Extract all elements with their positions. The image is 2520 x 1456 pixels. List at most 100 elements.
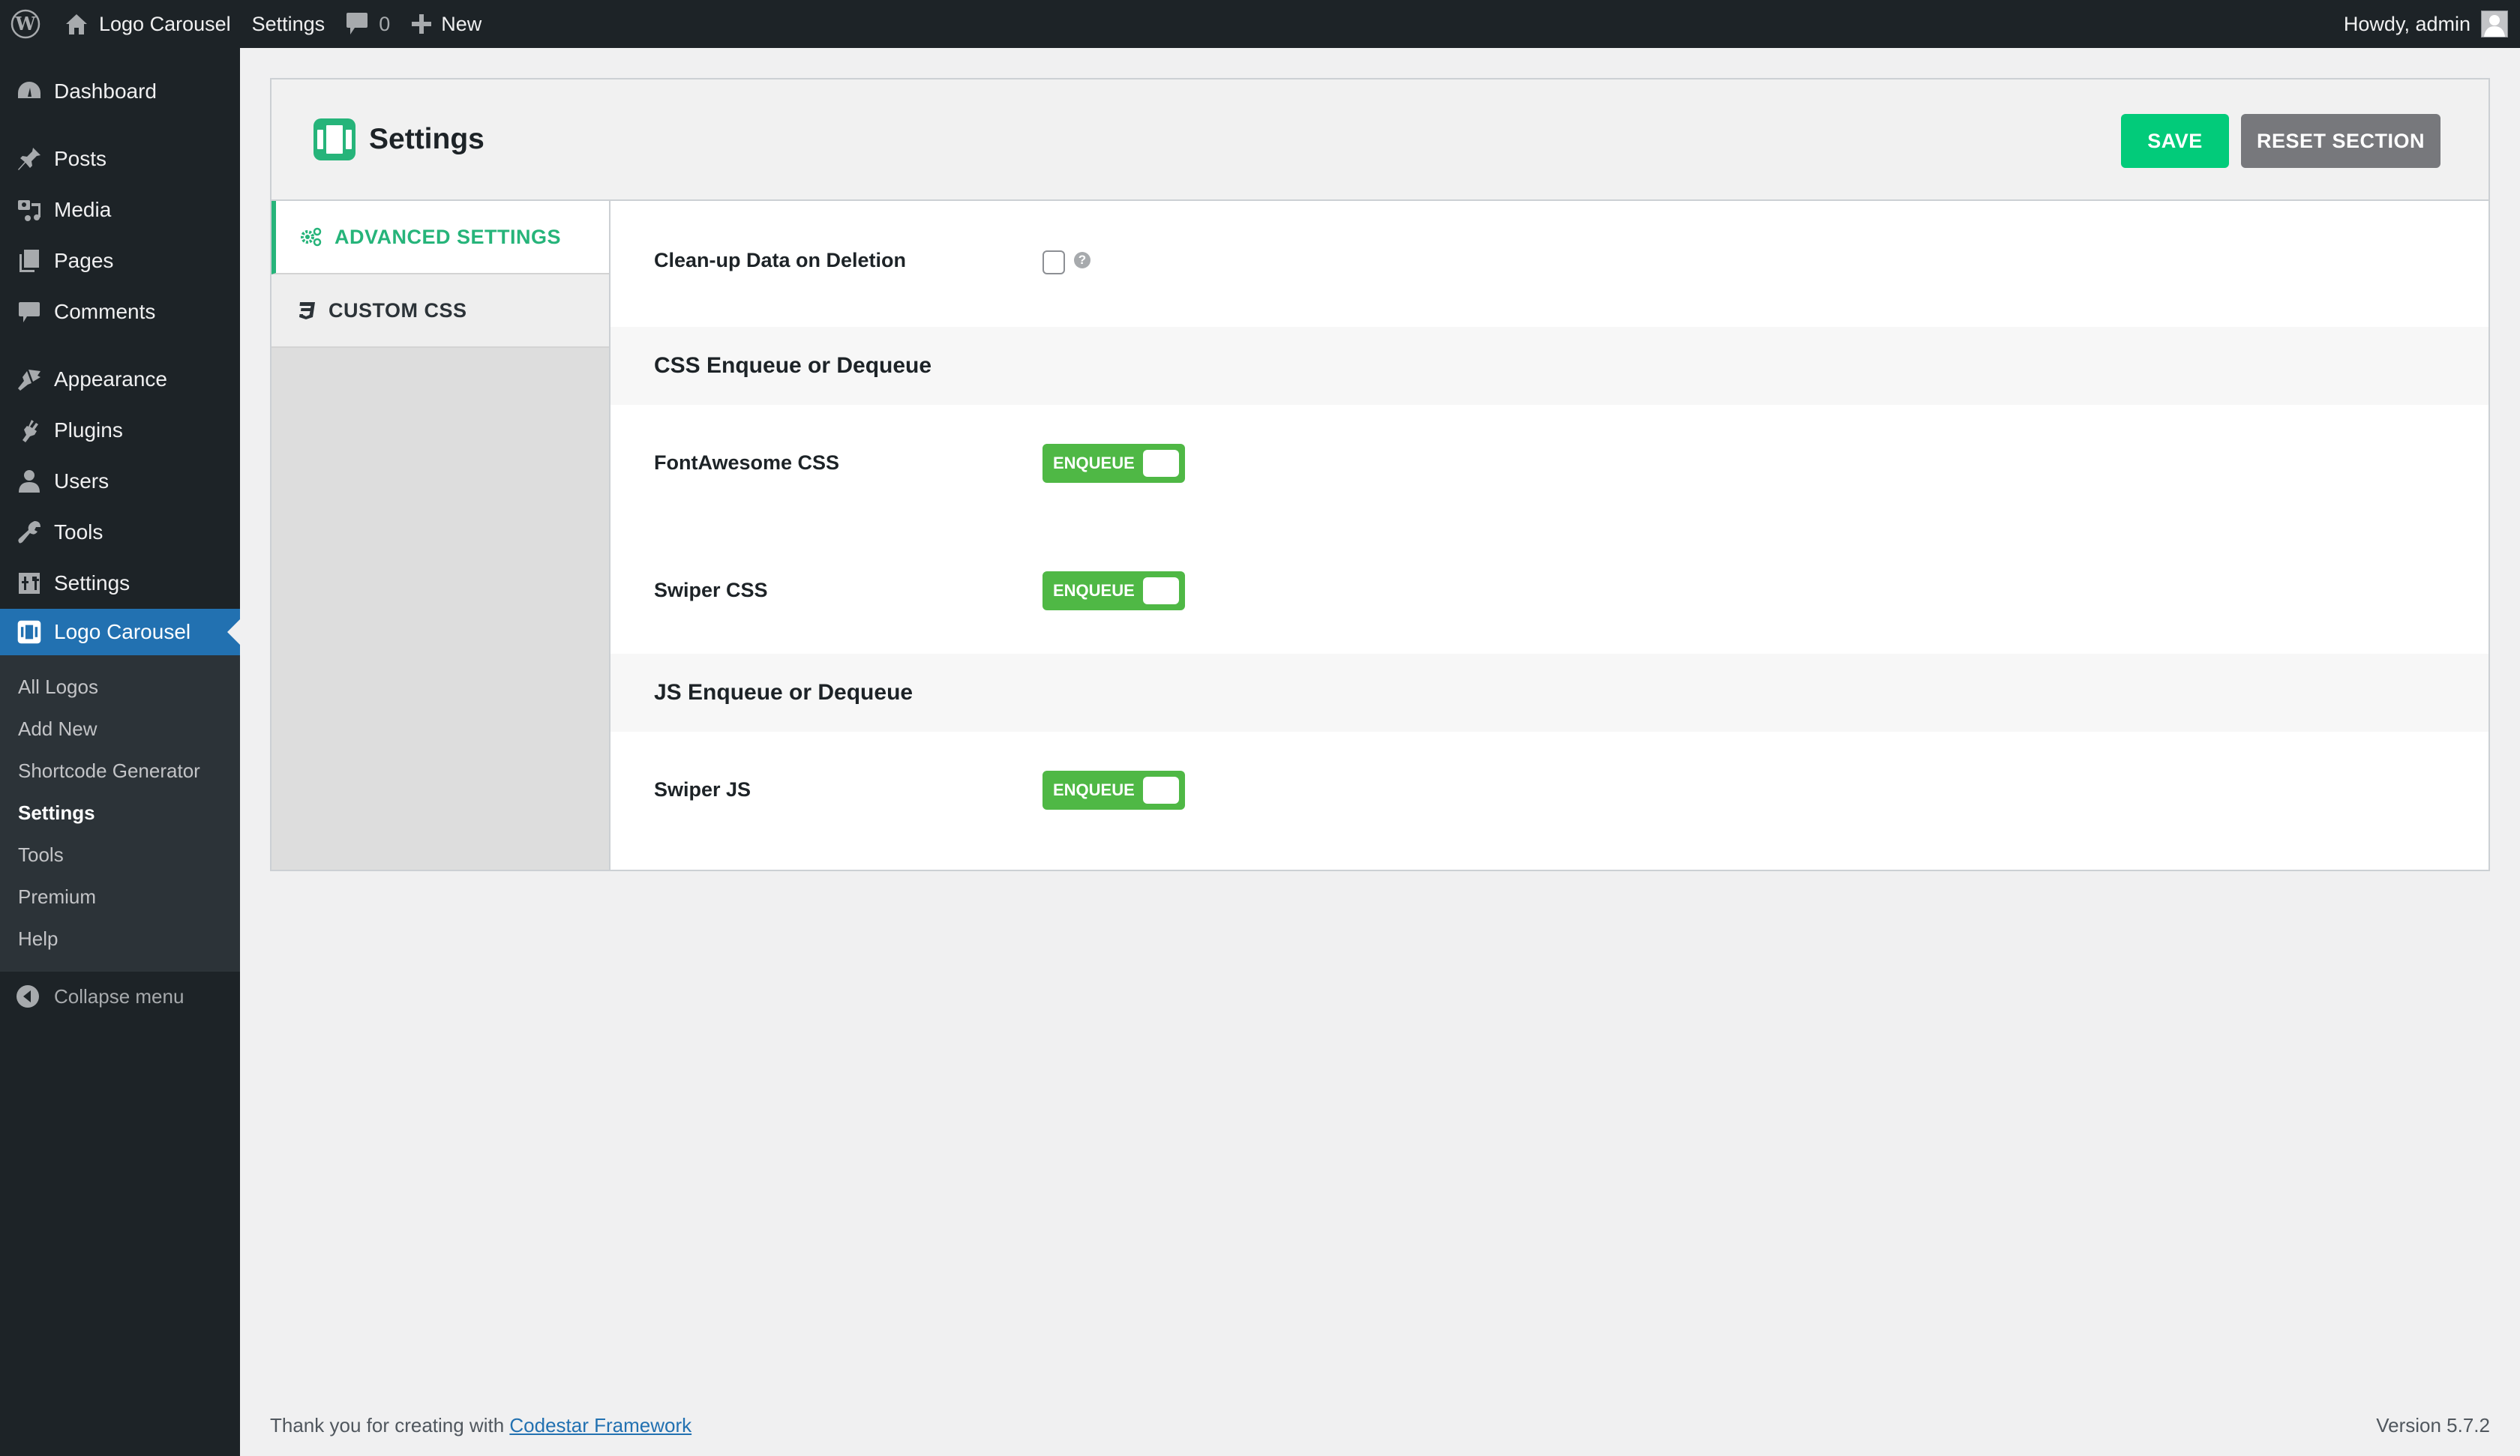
sidebar-item-label: Settings	[54, 571, 130, 595]
sidebar-item-posts[interactable]: Posts	[0, 133, 240, 184]
current-menu-arrow	[227, 619, 240, 645]
tab-label: CUSTOM CSS	[328, 298, 467, 322]
fontawesome-css-toggle[interactable]: ENQUEUE	[1042, 444, 1185, 483]
sidebar-item-settings[interactable]: Settings	[0, 558, 240, 609]
sidebar-item-label: Pages	[54, 249, 114, 272]
settings-panel: Settings SAVE RESET SECTION ADVANCED SET…	[270, 78, 2490, 871]
help-icon[interactable]: ?	[1074, 252, 1090, 268]
field-swiper-js: Swiper JS ENQUEUE	[610, 732, 2488, 859]
toggle-text: ENQUEUE	[1053, 780, 1135, 799]
wrench-icon	[0, 520, 54, 545]
user-icon	[0, 469, 54, 494]
sidebar-item-comments[interactable]: Comments	[0, 286, 240, 337]
sidebar-item-label: Dashboard	[54, 79, 157, 103]
section-heading-css: CSS Enqueue or Dequeue	[610, 327, 2488, 405]
field-label: Swiper CSS	[654, 579, 768, 601]
swiper-css-toggle[interactable]: ENQUEUE	[1042, 571, 1185, 610]
sidebar-item-label: Comments	[54, 300, 156, 323]
page-title: Settings	[369, 123, 484, 155]
tab-advanced-settings[interactable]: ADVANCED SETTINGS	[272, 201, 609, 274]
submenu-item-tools[interactable]: Tools	[0, 834, 240, 876]
collapse-menu-button[interactable]: Collapse menu	[0, 972, 240, 1021]
sidebar-item-label: Appearance	[54, 367, 168, 391]
reset-section-button[interactable]: RESET SECTION	[2241, 114, 2440, 168]
sidebar-item-plugins[interactable]: Plugins	[0, 405, 240, 456]
comment-icon	[346, 13, 368, 34]
paintbrush-icon	[0, 367, 54, 392]
toggle-knob	[1143, 450, 1179, 477]
submenu-item-help[interactable]: Help	[0, 918, 240, 960]
collapse-menu-label: Collapse menu	[54, 984, 184, 1008]
sidebar-item-label: Posts	[54, 147, 107, 170]
pages-icon	[0, 248, 54, 274]
wordpress-logo-button[interactable]: W	[0, 0, 51, 48]
field-label: Swiper JS	[654, 778, 752, 801]
sidebar-item-logo-carousel[interactable]: Logo Carousel	[0, 609, 240, 655]
admin-bar: W Logo Carousel Settings 0 New Howdy, ad…	[0, 0, 2520, 48]
comments-count: 0	[379, 12, 391, 35]
sidebar-item-tools[interactable]: Tools	[0, 507, 240, 558]
plugin-icon	[0, 418, 54, 443]
comment-icon	[0, 299, 54, 325]
field-fontawesome-css: FontAwesome CSS ENQUEUE	[610, 405, 2488, 534]
user-avatar-icon	[2484, 15, 2505, 37]
header-actions: SAVE RESET SECTION	[2121, 114, 2440, 168]
submenu-item-shortcode-generator[interactable]: Shortcode Generator	[0, 750, 240, 792]
footer-version: Version 5.7.2	[2376, 1414, 2490, 1437]
field-swiper-css: Swiper CSS ENQUEUE	[610, 534, 2488, 654]
sidebar-item-label: Plugins	[54, 418, 123, 442]
site-name-link[interactable]: Logo Carousel	[51, 0, 242, 48]
submenu-item-settings[interactable]: Settings	[0, 792, 240, 834]
sidebar-item-label: Logo Carousel	[54, 620, 191, 643]
plus-icon	[412, 14, 432, 34]
new-label: New	[441, 12, 482, 35]
submenu-item-add-new[interactable]: Add New	[0, 708, 240, 750]
save-button[interactable]: SAVE	[2121, 114, 2229, 168]
swiper-js-toggle[interactable]: ENQUEUE	[1042, 771, 1185, 810]
howdy-text: Howdy, admin	[2343, 12, 2470, 35]
toggle-text: ENQUEUE	[1053, 581, 1135, 600]
codestar-framework-link[interactable]: Codestar Framework	[509, 1414, 692, 1437]
my-account[interactable]: Howdy, admin	[2344, 0, 2508, 48]
settings-nav: ADVANCED SETTINGS CUSTOM CSS	[272, 201, 610, 870]
sidebar-item-users[interactable]: Users	[0, 456, 240, 507]
footer-thanks-text: Thank you for creating with	[270, 1414, 510, 1437]
section-heading-js: JS Enqueue or Dequeue	[610, 654, 2488, 732]
sidebar-item-label: Users	[54, 469, 110, 493]
sidebar-item-appearance[interactable]: Appearance	[0, 354, 240, 405]
plugin-logo-icon	[314, 118, 356, 160]
sidebar-item-pages[interactable]: Pages	[0, 235, 240, 286]
media-icon	[0, 197, 54, 223]
gears-icon	[301, 227, 322, 247]
sidebar-item-label: Tools	[54, 520, 104, 544]
sidebar-item-label: Media	[54, 198, 112, 221]
logo-carousel-icon	[0, 619, 54, 645]
toggle-knob	[1143, 777, 1179, 804]
field-label: FontAwesome CSS	[654, 451, 840, 474]
submenu-item-all-logos[interactable]: All Logos	[0, 666, 240, 708]
site-name: Logo Carousel	[99, 12, 231, 35]
panel-header: Settings SAVE RESET SECTION	[272, 79, 2488, 201]
settings-link-label: Settings	[251, 12, 326, 35]
settings-link[interactable]: Settings	[242, 0, 336, 48]
submenu-item-premium[interactable]: Premium	[0, 876, 240, 918]
settings-sliders-icon	[0, 571, 54, 596]
logo-carousel-submenu: All Logos Add New Shortcode Generator Se…	[0, 655, 240, 972]
admin-sidebar: Dashboard Posts Media Pages Comments App…	[0, 48, 240, 1456]
settings-content: Clean-up Data on Deletion ? CSS Enqueue …	[610, 201, 2488, 870]
toggle-text: ENQUEUE	[1053, 454, 1135, 472]
collapse-arrow-icon	[0, 984, 54, 1008]
footer-thanks: Thank you for creating with Codestar Fra…	[270, 1414, 692, 1437]
tab-label: ADVANCED SETTINGS	[334, 225, 562, 248]
toggle-knob	[1143, 577, 1179, 604]
comments-link[interactable]: 0	[335, 0, 400, 48]
sidebar-item-media[interactable]: Media	[0, 184, 240, 235]
field-label: Clean-up Data on Deletion	[654, 249, 907, 271]
sidebar-item-dashboard[interactable]: Dashboard	[0, 66, 240, 117]
wordpress-icon: W	[10, 9, 40, 39]
new-content-button[interactable]: New	[400, 0, 492, 48]
home-icon	[66, 14, 87, 34]
avatar	[2481, 10, 2508, 37]
tab-custom-css[interactable]: CUSTOM CSS	[272, 274, 609, 348]
cleanup-data-checkbox[interactable]	[1042, 250, 1065, 274]
